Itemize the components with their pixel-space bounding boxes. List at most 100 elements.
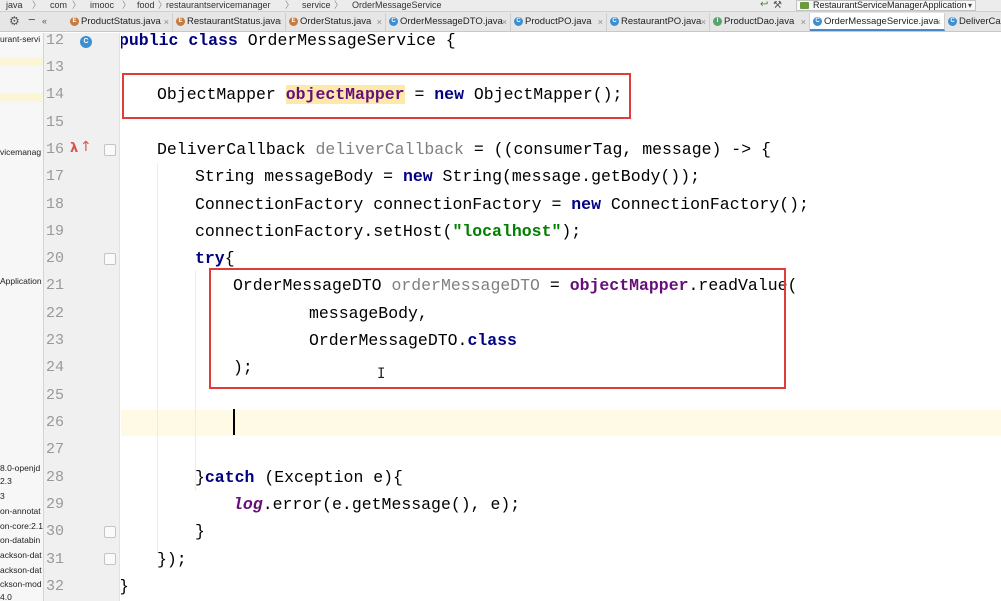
editor-gutter[interactable]: 12 13 14 15 16 17 18 19 20 21 22 23 24 2… xyxy=(44,32,120,601)
class-icon: C xyxy=(514,17,523,26)
line-number: 17 xyxy=(45,168,64,185)
text-caret xyxy=(233,409,235,435)
lambda-icon[interactable]: λ xyxy=(70,141,78,156)
code-line-28: }catch (Exception e){ xyxy=(195,468,403,487)
line-number: 14 xyxy=(45,86,64,103)
indent-guide xyxy=(157,163,158,553)
class-icon[interactable]: C xyxy=(80,36,92,48)
code-editor[interactable]: public class OrderMessageService { Objec… xyxy=(121,33,1001,601)
annotation-box-readvalue xyxy=(209,268,786,389)
breadcrumb-separator: 〉 xyxy=(72,0,82,10)
tab-restaurantstatus[interactable]: E RestaurantStatus.java × xyxy=(173,13,286,31)
line-number: 25 xyxy=(45,387,64,404)
tree-item[interactable]: 2.3 xyxy=(0,476,12,486)
line-number: 24 xyxy=(45,359,64,376)
code-line-16: DeliverCallback deliverCallback = ((cons… xyxy=(157,140,771,159)
tab-label: RestaurantStatus.java xyxy=(187,16,281,27)
tab-ordermessagedto[interactable]: C OrderMessageDTO.java × xyxy=(386,13,511,31)
tab-productstatus[interactable]: E ProductStatus.java × xyxy=(67,13,173,31)
breadcrumb-item[interactable]: java xyxy=(6,0,23,11)
tab-label: ProductPO.java xyxy=(525,16,592,27)
class-icon: C xyxy=(610,17,619,26)
tree-item[interactable]: urant-servi xyxy=(0,34,40,44)
line-number: 27 xyxy=(45,441,64,458)
tab-ordermessageservice[interactable]: C OrderMessageService.java × xyxy=(810,13,945,31)
line-number: 30 xyxy=(45,523,64,540)
tree-item[interactable]: 4.0 xyxy=(0,592,12,601)
enum-icon: E xyxy=(176,17,185,26)
tree-item[interactable]: on-core:2.1 xyxy=(0,521,43,531)
hammer-icon[interactable]: ⚒ xyxy=(773,0,782,11)
tab-orderstatus[interactable]: E OrderStatus.java × xyxy=(286,13,386,31)
breadcrumb-item[interactable]: service xyxy=(302,0,331,11)
tab-label: ProductStatus.java xyxy=(81,16,161,27)
tree-item[interactable]: 3 xyxy=(0,491,5,501)
breadcrumb-item[interactable]: food xyxy=(137,0,155,11)
tree-item[interactable]: vicemanag xyxy=(0,147,41,157)
indent-guide xyxy=(195,271,196,491)
close-icon[interactable]: × xyxy=(377,13,382,31)
chevron-down-icon: ▾ xyxy=(967,1,972,10)
tree-highlight xyxy=(0,57,43,66)
fold-icon[interactable] xyxy=(104,253,116,265)
code-line-12: public class OrderMessageService { xyxy=(121,33,456,50)
tab-restaurantpo[interactable]: C RestaurantPO.java × xyxy=(607,13,710,31)
close-icon[interactable]: × xyxy=(701,13,706,31)
minus-icon[interactable]: − xyxy=(28,13,36,27)
line-number: 13 xyxy=(45,59,64,76)
line-number: 16 xyxy=(45,141,64,158)
tab-productpo[interactable]: C ProductPO.java × xyxy=(511,13,607,31)
line-number: 29 xyxy=(45,496,64,513)
class-icon: C xyxy=(389,17,398,26)
gear-icon[interactable]: ⚙ xyxy=(9,14,20,28)
tab-productdao[interactable]: I ProductDao.java × xyxy=(710,13,810,31)
tab-label: ProductDao.java xyxy=(724,16,795,27)
breadcrumb-item[interactable]: imooc xyxy=(90,0,114,11)
code-line-31: }); xyxy=(157,550,187,569)
close-icon[interactable]: × xyxy=(164,13,169,31)
code-line-19: connectionFactory.setHost("localhost"); xyxy=(195,222,582,241)
breadcrumb-separator: 〉 xyxy=(334,0,344,10)
interface-icon: I xyxy=(713,17,722,26)
close-icon[interactable]: × xyxy=(502,13,507,31)
code-line-32: } xyxy=(121,577,129,597)
close-icon[interactable]: × xyxy=(277,13,282,31)
tab-delivercallback[interactable]: C DeliverCa xyxy=(945,13,1001,31)
enum-icon: E xyxy=(70,17,79,26)
tab-label: OrderStatus.java xyxy=(300,16,372,27)
close-icon[interactable]: × xyxy=(936,13,941,31)
line-number: 12 xyxy=(45,32,64,49)
run-configuration-label: RestaurantServiceManagerApplication xyxy=(813,0,967,10)
tree-item[interactable]: on-databin xyxy=(0,535,40,545)
breadcrumb-item[interactable]: com xyxy=(50,0,67,11)
close-icon[interactable]: × xyxy=(598,13,603,31)
run-configuration-dropdown[interactable]: RestaurantServiceManagerApplication ▾ xyxy=(796,0,976,11)
tree-highlight xyxy=(0,93,43,102)
code-line-17: String messageBody = new String(message.… xyxy=(195,167,700,186)
fold-icon[interactable] xyxy=(104,144,116,156)
tree-item[interactable]: ckson-mod xyxy=(0,579,42,589)
tree-item[interactable]: 8.0-openjd xyxy=(0,463,40,473)
breadcrumb-separator: 〉 xyxy=(285,0,295,10)
tab-overflow-icon[interactable]: « xyxy=(42,16,47,26)
tree-item[interactable]: ackson-dat xyxy=(0,565,42,575)
close-icon[interactable]: × xyxy=(801,13,806,31)
breadcrumb-item[interactable]: OrderMessageService xyxy=(352,0,442,11)
back-arrow-icon[interactable]: ↩ xyxy=(760,0,768,10)
fold-icon[interactable] xyxy=(104,526,116,538)
tree-item[interactable]: on-annotat xyxy=(0,506,41,516)
tree-item[interactable]: Application xyxy=(0,276,42,286)
code-line-18: ConnectionFactory connectionFactory = ne… xyxy=(195,195,809,214)
fold-icon[interactable] xyxy=(104,553,116,565)
tree-item[interactable]: ackson-dat xyxy=(0,550,42,560)
current-line-highlight xyxy=(121,410,1001,436)
tab-label: OrderMessageDTO.java xyxy=(400,16,503,27)
implements-arrow-icon[interactable]: ↑ xyxy=(80,139,92,155)
breadcrumb-item[interactable]: restaurantservicemanager xyxy=(166,0,271,11)
annotation-box-objectmapper xyxy=(122,73,631,119)
enum-icon: E xyxy=(289,17,298,26)
tab-label: OrderMessageService.java xyxy=(824,16,939,27)
class-icon: C xyxy=(948,17,957,26)
editor-tab-bar: ⚙ − « E ProductStatus.java × E Restauran… xyxy=(0,12,1001,32)
line-number: 18 xyxy=(45,196,64,213)
